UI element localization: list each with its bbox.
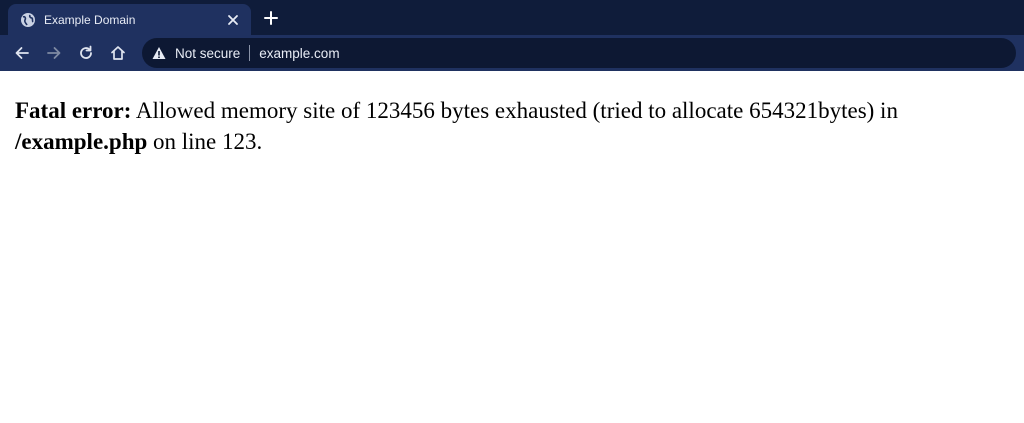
arrow-right-icon[interactable] bbox=[42, 41, 66, 65]
omnibox-divider bbox=[249, 45, 251, 61]
globe-icon bbox=[20, 12, 36, 28]
url-text[interactable]: example.com bbox=[259, 46, 339, 61]
browser-chrome: Example Domain Not secure example.com bbox=[0, 0, 1024, 71]
error-label: Fatal error: bbox=[15, 98, 132, 123]
home-icon[interactable] bbox=[106, 41, 130, 65]
arrow-left-icon[interactable] bbox=[10, 41, 34, 65]
warning-triangle-icon[interactable] bbox=[152, 46, 166, 60]
page-content: Fatal error: Allowed memory site of 1234… bbox=[0, 71, 1024, 157]
reload-icon[interactable] bbox=[74, 41, 98, 65]
address-bar[interactable]: Not secure example.com bbox=[142, 38, 1016, 68]
browser-tab[interactable]: Example Domain bbox=[8, 4, 251, 35]
php-error-message: Fatal error: Allowed memory site of 1234… bbox=[15, 95, 1009, 157]
close-icon[interactable] bbox=[225, 12, 241, 28]
security-status-label[interactable]: Not secure bbox=[175, 46, 240, 61]
tab-title: Example Domain bbox=[44, 12, 136, 27]
browser-toolbar: Not secure example.com bbox=[0, 35, 1024, 71]
error-message: Allowed memory site of 123456 bytes exha… bbox=[131, 98, 898, 123]
error-line: on line 123. bbox=[147, 129, 263, 154]
plus-icon[interactable] bbox=[262, 9, 280, 27]
error-file-path: /example.php bbox=[15, 129, 148, 154]
tab-strip: Example Domain bbox=[0, 0, 1024, 35]
